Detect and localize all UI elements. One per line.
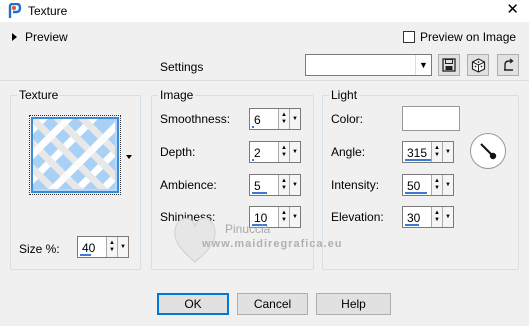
- window-title: Texture: [28, 4, 68, 18]
- ok-button[interactable]: OK: [157, 293, 229, 315]
- ambience-label: Ambience:: [160, 178, 217, 192]
- smoothness-spinner[interactable]: 6 ▲ ▼ ▼: [249, 108, 301, 130]
- lattice-pattern-icon: [20, 86, 131, 202]
- texture-thumbnail[interactable]: [20, 86, 131, 202]
- watermark: Pinuccia www.maidiregrafica.eu: [170, 210, 390, 270]
- light-group-title: Light: [329, 88, 360, 102]
- angle-value[interactable]: 315: [407, 146, 427, 160]
- checkbox-box[interactable]: [403, 31, 415, 43]
- preview-toggle[interactable]: Preview: [12, 30, 68, 44]
- dropdown-arrow-icon[interactable]: ▼: [117, 237, 128, 257]
- depth-level-bar: [252, 159, 254, 161]
- size-spinner[interactable]: 40 ▲ ▼ ▼: [77, 236, 129, 258]
- angle-dial[interactable]: [470, 133, 506, 169]
- ambience-level-bar: [252, 192, 267, 194]
- cancel-button[interactable]: Cancel: [237, 293, 308, 315]
- dropdown-arrow-icon[interactable]: ▼: [289, 109, 300, 129]
- save-preset-button[interactable]: [438, 54, 460, 76]
- ambience-spinner[interactable]: 5 ▲ ▼ ▼: [249, 174, 301, 196]
- texture-group: Texture Size %: 40 ▲ ▼ ▼: [10, 86, 141, 270]
- ambience-value[interactable]: 5: [254, 179, 261, 193]
- dropdown-arrow-icon[interactable]: ▼: [289, 142, 300, 162]
- dropdown-arrow-icon[interactable]: ▼: [289, 175, 300, 195]
- save-preset-icon: [442, 58, 456, 72]
- reset-icon: [503, 57, 514, 71]
- preview-on-image-checkbox[interactable]: Preview on Image: [403, 30, 516, 44]
- color-label: Color:: [331, 112, 364, 126]
- elevation-level-bar: [405, 224, 419, 226]
- elevation-spinner[interactable]: 30 ▲ ▼ ▼: [402, 206, 454, 228]
- preview-on-image-label: Preview on Image: [420, 30, 517, 44]
- texture-group-title: Texture: [17, 88, 61, 102]
- intensity-spinner[interactable]: 50 ▲ ▼ ▼: [402, 174, 454, 196]
- intensity-value[interactable]: 50: [407, 179, 420, 193]
- expand-triangle-icon: [12, 33, 17, 41]
- angle-dial-icon: [480, 143, 497, 160]
- intensity-level-bar: [405, 192, 427, 194]
- dropdown-arrow-icon[interactable]: ▼: [442, 175, 453, 195]
- smoothness-value[interactable]: 6: [254, 113, 261, 127]
- up-down-arrows-icon[interactable]: ▲ ▼: [278, 142, 289, 162]
- up-down-arrows-icon[interactable]: ▲ ▼: [278, 175, 289, 195]
- angle-spinner[interactable]: 315 ▲ ▼ ▼: [402, 141, 454, 163]
- preview-label: Preview: [25, 30, 68, 44]
- elevation-value[interactable]: 30: [407, 211, 420, 225]
- close-icon[interactable]: ✕: [506, 2, 519, 18]
- up-down-arrows-icon[interactable]: ▲ ▼: [431, 207, 442, 227]
- randomize-button[interactable]: [467, 54, 489, 76]
- chevron-down-icon[interactable]: ▼: [415, 55, 431, 75]
- help-button[interactable]: Help: [316, 293, 391, 315]
- angle-label: Angle:: [331, 145, 366, 159]
- texture-dropdown-arrow-icon[interactable]: [126, 155, 132, 159]
- reset-button[interactable]: [497, 54, 519, 76]
- up-down-arrows-icon[interactable]: ▲ ▼: [431, 175, 442, 195]
- title-bar: Texture ✕: [0, 0, 529, 22]
- settings-label: Settings: [160, 60, 204, 74]
- settings-preset-select[interactable]: ▼: [305, 54, 432, 76]
- app-icon: [8, 3, 22, 18]
- up-down-arrows-icon[interactable]: ▲ ▼: [106, 237, 117, 257]
- depth-label: Depth:: [160, 145, 196, 159]
- dropdown-arrow-icon[interactable]: ▼: [442, 207, 453, 227]
- randomize-dice-icon: [471, 57, 485, 73]
- up-down-arrows-icon[interactable]: ▲ ▼: [278, 109, 289, 129]
- depth-value[interactable]: 2: [254, 146, 261, 160]
- light-color-swatch[interactable]: [402, 106, 460, 131]
- size-value[interactable]: 40: [82, 241, 95, 255]
- dropdown-arrow-icon[interactable]: ▼: [442, 142, 453, 162]
- smoothness-label: Smoothness:: [160, 112, 231, 126]
- texture-preview-image: [20, 86, 131, 202]
- intensity-label: Intensity:: [331, 178, 380, 192]
- image-group-title: Image: [158, 88, 196, 102]
- up-down-arrows-icon[interactable]: ▲ ▼: [431, 142, 442, 162]
- watermark-site: www.maidiregrafica.eu: [202, 238, 343, 250]
- depth-spinner[interactable]: 2 ▲ ▼ ▼: [249, 141, 301, 163]
- size-level-bar: [80, 254, 91, 256]
- smoothness-level-bar: [252, 126, 254, 128]
- size-label: Size %:: [19, 242, 60, 256]
- watermark-name: Pinuccia: [225, 222, 271, 236]
